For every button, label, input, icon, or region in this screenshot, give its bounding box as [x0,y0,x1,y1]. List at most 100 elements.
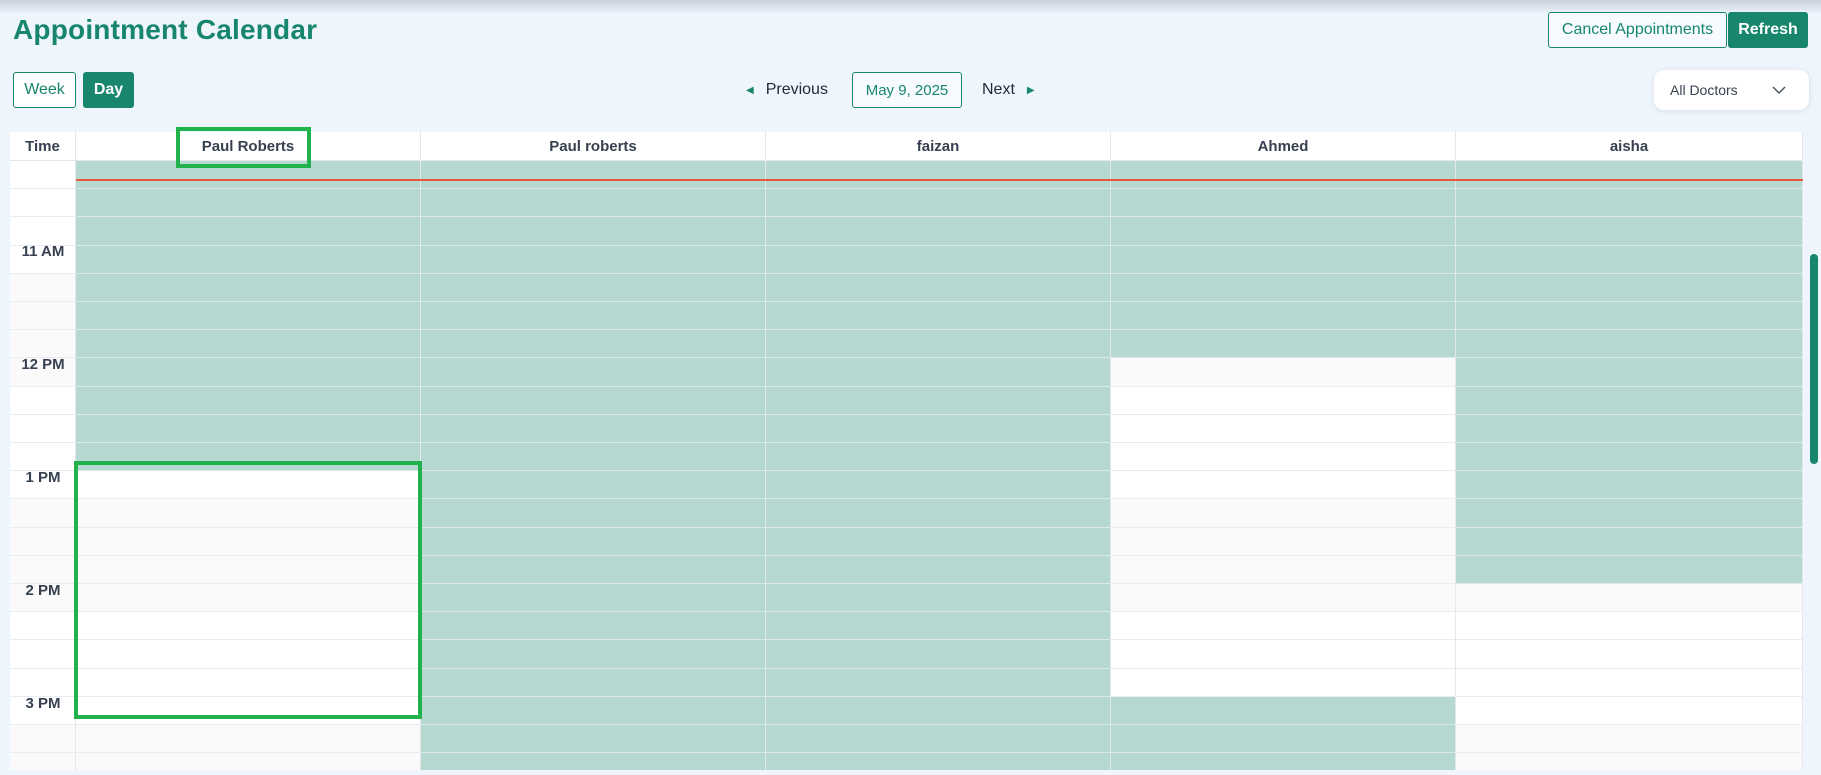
time-slot[interactable] [766,696,1111,725]
time-slot[interactable] [766,189,1111,218]
refresh-button[interactable]: Refresh [1728,12,1808,48]
next-button[interactable]: Next ▶ [982,78,1035,102]
time-slot[interactable] [76,245,421,274]
time-slot[interactable] [1456,245,1803,274]
time-slot[interactable] [766,527,1111,556]
scrollbar-thumb[interactable] [1810,254,1818,464]
time-slot[interactable] [76,217,421,246]
time-slot[interactable] [1456,386,1803,415]
time-slot[interactable] [421,189,766,218]
time-slot[interactable] [1111,584,1456,613]
time-slot[interactable] [76,584,421,613]
date-picker-button[interactable]: May 9, 2025 [852,72,962,108]
time-slot[interactable] [421,302,766,331]
time-slot[interactable] [766,386,1111,415]
time-slot[interactable] [421,386,766,415]
time-slot[interactable] [1111,217,1456,246]
time-slot[interactable] [76,725,421,754]
time-slot[interactable] [1111,443,1456,472]
time-slot[interactable] [1111,189,1456,218]
time-slot[interactable] [76,640,421,669]
time-slot[interactable] [1456,527,1803,556]
time-slot[interactable] [421,696,766,725]
time-slot[interactable] [76,471,421,500]
time-slot[interactable] [421,725,766,754]
time-slot[interactable] [766,668,1111,697]
cancel-appointments-button[interactable]: Cancel Appointments [1548,12,1727,48]
time-slot[interactable] [1456,584,1803,613]
time-slot[interactable] [421,273,766,302]
time-slot[interactable] [1111,161,1456,190]
time-slot[interactable] [1456,725,1803,754]
time-slot[interactable] [76,443,421,472]
time-slot[interactable] [421,414,766,443]
time-slot[interactable] [421,499,766,528]
time-slot[interactable] [766,358,1111,387]
time-slot[interactable] [76,302,421,331]
time-slot[interactable] [766,612,1111,641]
time-slot[interactable] [76,696,421,725]
time-slot[interactable] [76,499,421,528]
time-slot[interactable] [76,358,421,387]
time-slot[interactable] [421,161,766,190]
time-slot[interactable] [1111,358,1456,387]
time-slot[interactable] [766,245,1111,274]
time-slot[interactable] [766,555,1111,584]
time-slot[interactable] [766,443,1111,472]
time-slot[interactable] [1111,499,1456,528]
time-slot[interactable] [766,273,1111,302]
previous-button[interactable]: ◀ Previous [746,78,828,102]
time-slot[interactable] [1111,527,1456,556]
time-slot[interactable] [76,753,421,770]
time-slot[interactable] [421,245,766,274]
time-slot[interactable] [76,386,421,415]
time-slot[interactable] [1111,555,1456,584]
time-slot[interactable] [1456,640,1803,669]
time-slot[interactable] [421,555,766,584]
time-slot[interactable] [766,499,1111,528]
time-slot[interactable] [1456,330,1803,359]
time-slot[interactable] [76,189,421,218]
time-slot[interactable] [1111,668,1456,697]
time-slot[interactable] [766,414,1111,443]
time-slot[interactable] [1456,273,1803,302]
time-slot[interactable] [76,161,421,190]
time-slot[interactable] [76,527,421,556]
time-slot[interactable] [1456,612,1803,641]
time-slot[interactable] [1456,189,1803,218]
time-slot[interactable] [1456,696,1803,725]
time-slot[interactable] [1456,217,1803,246]
time-slot[interactable] [421,358,766,387]
time-slot[interactable] [1111,753,1456,770]
week-view-button[interactable]: Week [13,72,76,108]
time-slot[interactable] [1456,555,1803,584]
time-slot[interactable] [1456,302,1803,331]
time-slot[interactable] [1111,330,1456,359]
time-slot[interactable] [766,161,1111,190]
time-slot[interactable] [76,273,421,302]
time-slot[interactable] [766,640,1111,669]
time-slot[interactable] [1456,443,1803,472]
time-slot[interactable] [1111,640,1456,669]
time-slot[interactable] [1456,414,1803,443]
time-slot[interactable] [1456,499,1803,528]
time-slot[interactable] [766,302,1111,331]
time-slot[interactable] [1111,696,1456,725]
time-slot[interactable] [766,753,1111,770]
time-slot[interactable] [421,443,766,472]
time-slot[interactable] [766,471,1111,500]
time-slot[interactable] [1111,245,1456,274]
time-slot[interactable] [76,612,421,641]
time-slot[interactable] [421,612,766,641]
time-slot[interactable] [421,217,766,246]
time-slot[interactable] [421,330,766,359]
time-slot[interactable] [421,753,766,770]
time-slot[interactable] [1456,358,1803,387]
time-slot[interactable] [1456,161,1803,190]
time-slot[interactable] [421,668,766,697]
time-slot[interactable] [1111,612,1456,641]
time-slot[interactable] [1111,471,1456,500]
time-slot[interactable] [1456,668,1803,697]
time-slot[interactable] [1111,725,1456,754]
time-slot[interactable] [76,330,421,359]
